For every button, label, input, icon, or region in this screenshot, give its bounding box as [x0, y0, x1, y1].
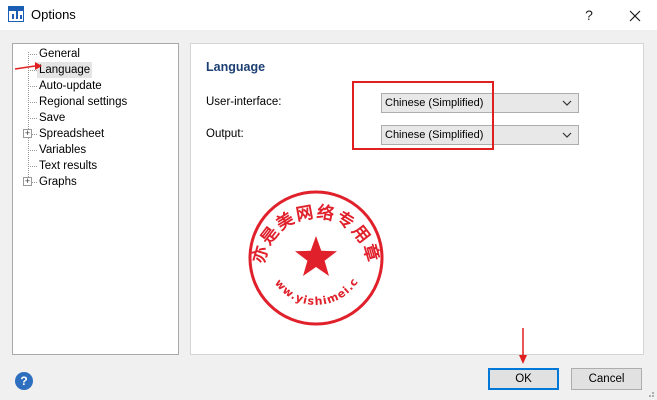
tree-item-general[interactable]: General	[37, 46, 82, 62]
output-label: Output:	[206, 128, 244, 140]
expand-spreadsheet-toggle[interactable]: +	[23, 129, 32, 138]
annotation-highlight-box	[352, 81, 494, 150]
chevron-down-icon	[562, 132, 572, 138]
tree-item-regional-settings[interactable]: Regional settings	[37, 94, 129, 110]
annotation-arrow-ok	[519, 328, 527, 364]
tree-item-spreadsheet[interactable]: Spreadsheet	[37, 126, 106, 142]
tree-item-save[interactable]: Save	[37, 110, 67, 126]
expand-graphs-toggle[interactable]: +	[23, 177, 32, 186]
title-bar: Options ?	[0, 0, 657, 30]
cancel-button[interactable]: Cancel	[571, 368, 642, 390]
stamp-star-icon	[295, 236, 337, 276]
window-title: Options	[31, 7, 76, 22]
app-chart-icon	[8, 6, 24, 22]
ok-button[interactable]: OK	[488, 368, 559, 390]
resize-grip-icon[interactable]	[645, 388, 655, 398]
close-icon	[629, 10, 641, 22]
tree-item-language[interactable]: Language	[37, 62, 93, 78]
tree-item-text-results[interactable]: Text results	[37, 158, 99, 174]
section-title: Language	[206, 60, 266, 74]
tree-item-auto-update[interactable]: Auto-update	[37, 78, 104, 94]
user-interface-label: User-interface:	[206, 96, 282, 108]
tree-item-variables[interactable]: Variables	[37, 142, 88, 158]
watermark-stamp: 亦是美网络专用章 www.yishimei.cn	[244, 186, 384, 326]
annotation-arrow-language	[14, 62, 42, 70]
help-icon[interactable]: ?	[15, 372, 33, 390]
tree-item-graphs[interactable]: Graphs	[37, 174, 79, 190]
options-tree: General Language Auto-update Regional se…	[12, 43, 179, 355]
close-button[interactable]	[622, 4, 648, 26]
chevron-down-icon	[562, 100, 572, 106]
title-help-button[interactable]: ?	[578, 4, 600, 26]
